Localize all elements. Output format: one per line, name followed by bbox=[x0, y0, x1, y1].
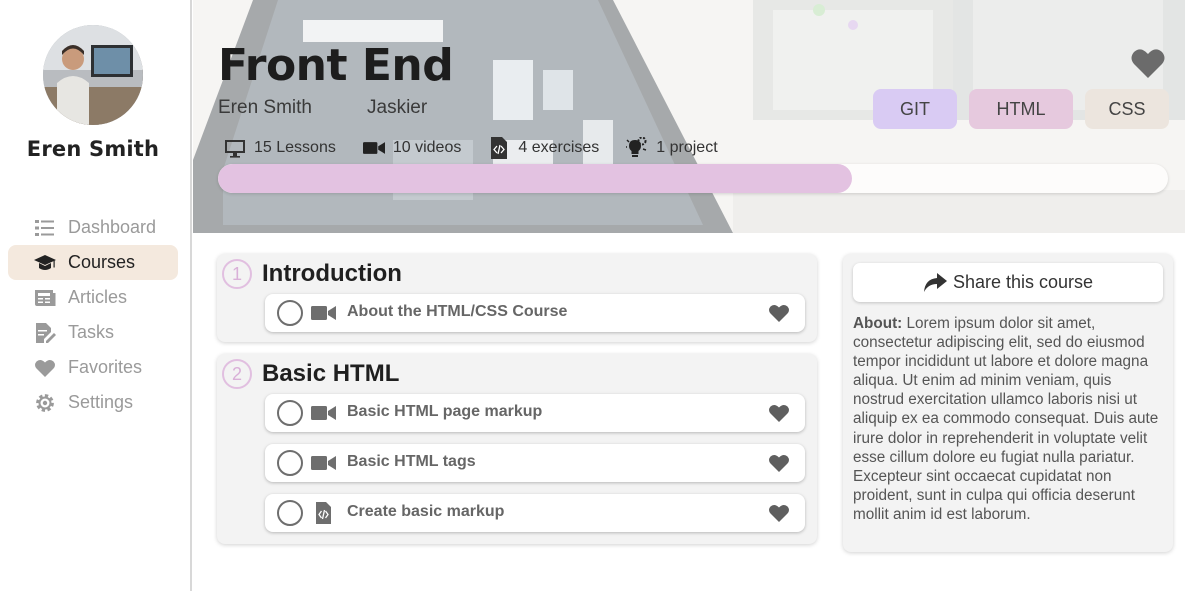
progress-fill bbox=[218, 164, 852, 193]
favorite-heart-icon[interactable] bbox=[768, 503, 790, 523]
sidebar-item-tasks[interactable]: Tasks bbox=[8, 315, 178, 350]
course-author[interactable]: Jaskier bbox=[367, 97, 427, 119]
tag-html[interactable]: HTML bbox=[969, 89, 1073, 129]
sidebar-item-articles[interactable]: Articles bbox=[8, 280, 178, 315]
lesson-item[interactable]: Basic HTML page markup bbox=[265, 394, 805, 432]
about-label: About: bbox=[853, 315, 903, 332]
stat-label: 4 exercises bbox=[518, 139, 600, 156]
section-title: Introduction bbox=[262, 260, 402, 287]
sidebar-item-courses[interactable]: Courses bbox=[8, 245, 178, 280]
sidebar-item-favorites[interactable]: Favorites bbox=[8, 350, 178, 385]
stat-label: 10 videos bbox=[392, 139, 462, 156]
lesson-complete-checkbox[interactable] bbox=[277, 300, 303, 326]
user-name: Eren Smith bbox=[26, 137, 160, 161]
video-camera-icon bbox=[362, 142, 385, 154]
tag-css[interactable]: CSS bbox=[1085, 89, 1169, 129]
sidebar-item-settings[interactable]: Settings bbox=[8, 385, 178, 420]
video-camera-icon bbox=[311, 452, 337, 474]
stat-projects: 1 project bbox=[626, 137, 718, 159]
stat-lessons: 15 Lessons bbox=[224, 137, 336, 159]
lightbulb-gear-icon bbox=[626, 137, 647, 157]
share-course-button[interactable]: Share this course bbox=[853, 263, 1163, 302]
lesson-complete-checkbox[interactable] bbox=[277, 500, 303, 526]
section-number: 1 bbox=[222, 259, 252, 289]
lesson-title: About the HTML/CSS Course bbox=[347, 303, 568, 320]
stat-videos: 10 videos bbox=[362, 137, 462, 159]
tech-tags: GIT HTML CSS bbox=[873, 89, 1169, 129]
sidebar: Eren Smith Dashboard Courses Articles Ta… bbox=[0, 0, 192, 591]
gear-icon bbox=[34, 392, 56, 414]
course-app: Eren Smith Dashboard Courses Articles Ta… bbox=[0, 0, 1185, 591]
about-panel: Share this course About: Lorem ipsum dol… bbox=[843, 254, 1173, 552]
course-progress-bar bbox=[218, 164, 1168, 193]
stat-label: 15 Lessons bbox=[254, 139, 336, 156]
course-header: Front End Eren Smith Jaskier GIT HTML CS… bbox=[193, 0, 1185, 233]
favorite-course-heart-icon[interactable] bbox=[1130, 47, 1166, 79]
lesson-title: Basic HTML tags bbox=[347, 453, 476, 470]
favorite-heart-icon[interactable] bbox=[768, 303, 790, 323]
avatar[interactable] bbox=[43, 25, 143, 125]
lesson-title: Basic HTML page markup bbox=[347, 403, 543, 420]
stat-label: 1 project bbox=[656, 139, 718, 156]
lesson-item[interactable]: Basic HTML tags bbox=[265, 444, 805, 482]
lesson-item[interactable]: Create basic markup bbox=[265, 494, 805, 532]
code-file-icon bbox=[311, 502, 337, 524]
stat-exercises: 4 exercises bbox=[488, 137, 599, 159]
about-text: About: Lorem ipsum dolor sit amet, conse… bbox=[853, 314, 1165, 524]
course-title: Front End bbox=[218, 40, 454, 91]
video-camera-icon bbox=[311, 402, 337, 424]
lesson-item[interactable]: About the HTML/CSS Course bbox=[265, 294, 805, 332]
tag-git[interactable]: GIT bbox=[873, 89, 957, 129]
sidebar-item-label: Tasks bbox=[68, 322, 115, 342]
monitor-icon bbox=[225, 140, 245, 158]
sidebar-item-dashboard[interactable]: Dashboard bbox=[8, 210, 178, 245]
section-number: 2 bbox=[222, 359, 252, 389]
graduation-cap-icon bbox=[34, 252, 56, 274]
favorite-heart-icon[interactable] bbox=[768, 453, 790, 473]
sidebar-item-label: Dashboard bbox=[68, 217, 157, 237]
newspaper-icon bbox=[34, 287, 56, 309]
list-icon bbox=[34, 217, 56, 239]
section-title: Basic HTML bbox=[262, 360, 400, 387]
share-label: Share this course bbox=[952, 272, 1094, 292]
course-stats: 15 Lessons 10 videos 4 exercises 1 proje… bbox=[224, 137, 745, 159]
share-arrow-icon bbox=[923, 272, 947, 292]
favorite-heart-icon[interactable] bbox=[768, 403, 790, 423]
edit-document-icon bbox=[34, 322, 56, 344]
sidebar-nav: Dashboard Courses Articles Tasks Favorit… bbox=[8, 210, 178, 420]
course-author[interactable]: Eren Smith bbox=[218, 97, 312, 119]
course-section: 2 Basic HTML Basic HTML page markup Basi… bbox=[217, 354, 817, 544]
sidebar-item-label: Articles bbox=[68, 287, 128, 307]
lesson-complete-checkbox[interactable] bbox=[277, 450, 303, 476]
sidebar-item-label: Settings bbox=[68, 392, 134, 412]
lesson-title: Create basic markup bbox=[347, 503, 505, 520]
course-section: 1 Introduction About the HTML/CSS Course bbox=[217, 254, 817, 342]
sidebar-item-label: Favorites bbox=[68, 357, 143, 377]
code-file-icon bbox=[491, 137, 508, 159]
lesson-complete-checkbox[interactable] bbox=[277, 400, 303, 426]
sidebar-item-label: Courses bbox=[68, 252, 136, 272]
heart-icon bbox=[34, 357, 56, 379]
video-camera-icon bbox=[311, 302, 337, 324]
about-body: Lorem ipsum dolor sit amet, consectetur … bbox=[853, 315, 1159, 523]
